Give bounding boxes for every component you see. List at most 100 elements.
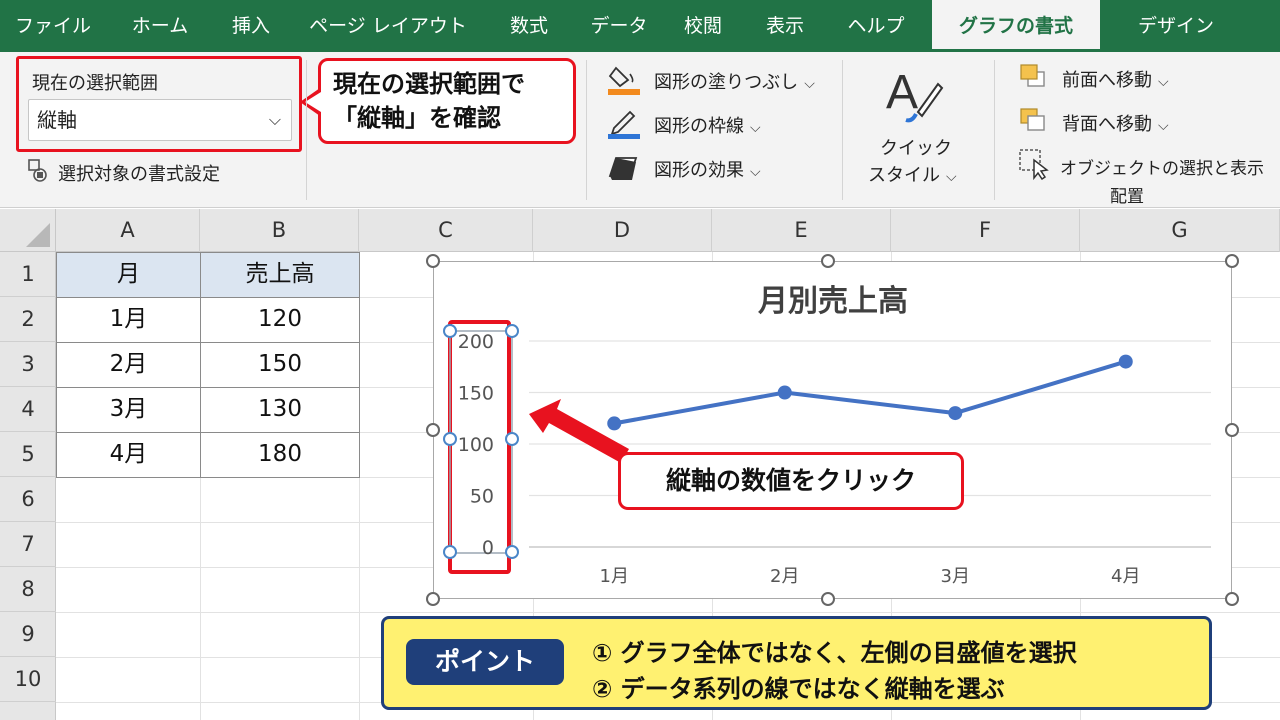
point-item-2: ② データ系列の線ではなく縦軸を選ぶ [592, 675, 1005, 703]
selection-pane-button[interactable]: オブジェクトの選択と表示 [1018, 148, 1268, 180]
row-header-9[interactable]: 9 [0, 612, 56, 657]
row-header-6[interactable]: 6 [0, 477, 56, 522]
table-header-month[interactable]: 月 [57, 252, 200, 297]
bring-forward-label: 前面へ移動 ⌵ [1062, 70, 1169, 91]
arrange-group-label: 配置 [1110, 187, 1144, 207]
resize-handle[interactable] [1225, 254, 1239, 268]
column-header-g[interactable]: G [1080, 209, 1280, 252]
table-cell[interactable]: 150 [201, 342, 359, 387]
row-header-5[interactable]: 5 [0, 432, 56, 477]
point-item-1: ① グラフ全体ではなく、左側の目盛値を選択 [592, 639, 1077, 667]
row-header-4[interactable]: 4 [0, 387, 56, 432]
resize-handle[interactable] [1225, 592, 1239, 606]
row-header-10[interactable]: 10 [0, 657, 56, 702]
data-point[interactable] [777, 385, 792, 400]
svg-text:A: A [886, 66, 918, 119]
ribbon-tab-bar: ファイル ホーム 挿入 ページ レイアウト 数式 データ 校閲 表示 ヘルプ グ… [0, 0, 1280, 52]
x-axis-tick-label[interactable]: 3月 [941, 566, 970, 587]
data-point[interactable] [948, 406, 963, 421]
point-label: ポイント [406, 639, 564, 685]
row-header-7[interactable]: 7 [0, 522, 56, 567]
select-all-corner[interactable] [0, 209, 56, 252]
resize-handle[interactable] [821, 592, 835, 606]
axis-selection-handle[interactable] [505, 432, 519, 446]
table-header-sales[interactable]: 売上高 [201, 252, 359, 297]
chevron-down-icon: ⌵ [1158, 118, 1169, 134]
column-header-b[interactable]: B [200, 209, 359, 252]
table-cell[interactable]: 4月 [57, 432, 200, 477]
axis-selection-handle[interactable] [505, 545, 519, 559]
row-header-8[interactable]: 8 [0, 567, 56, 612]
axis-selection-handle[interactable] [443, 432, 457, 446]
current-selection-label: 現在の選択範囲 [32, 73, 158, 94]
shape-fill-button[interactable]: 図形の塗りつぶし ⌵ [606, 62, 826, 96]
column-header-a[interactable]: A [56, 209, 200, 252]
bring-forward-button[interactable]: 前面へ移動 ⌵ [1018, 62, 1218, 92]
tab-insert[interactable]: 挿入 [222, 0, 280, 52]
table-cell[interactable]: 120 [201, 297, 359, 342]
selection-callout: 現在の選択範囲で 「縦軸」を確認 [318, 58, 576, 144]
tab-help[interactable]: ヘルプ [836, 0, 916, 52]
shape-effects-button[interactable]: 図形の効果 ⌵ [606, 150, 826, 184]
resize-handle[interactable] [426, 592, 440, 606]
y-axis-tick-label[interactable]: 0 [482, 537, 494, 559]
ribbon-divider [994, 60, 995, 200]
tab-file[interactable]: ファイル [10, 0, 96, 52]
table-cell[interactable]: 2月 [57, 342, 200, 387]
axis-callout: 縦軸の数値をクリック [618, 452, 964, 510]
tab-home[interactable]: ホーム [118, 0, 202, 52]
ribbon-divider [306, 60, 307, 200]
column-headers: A B C D E F G [56, 209, 1280, 252]
pencil-icon [608, 110, 640, 139]
y-axis-tick-label[interactable]: 150 [458, 383, 494, 405]
current-selection-dropdown[interactable]: 縦軸 ⌵ [28, 99, 292, 141]
shape-fill-label: 図形の塗りつぶし ⌵ [654, 72, 815, 93]
data-point[interactable] [1118, 354, 1133, 369]
tab-view[interactable]: 表示 [752, 0, 818, 52]
resize-handle[interactable] [426, 254, 440, 268]
row-header-3[interactable]: 3 [0, 342, 56, 387]
table-cell[interactable]: 130 [201, 387, 359, 432]
chevron-down-icon: ⌵ [268, 110, 281, 129]
send-backward-label: 背面へ移動 ⌵ [1062, 114, 1169, 135]
resize-handle[interactable] [1225, 423, 1239, 437]
row-header-2[interactable]: 2 [0, 297, 56, 342]
tab-design[interactable]: デザイン [1124, 0, 1228, 52]
table-cell[interactable]: 1月 [57, 297, 200, 342]
axis-selection-handle[interactable] [443, 545, 457, 559]
send-backward-icon [1020, 108, 1045, 131]
selection-pane-label: オブジェクトの選択と表示 [1060, 159, 1264, 179]
axis-selection-handle[interactable] [505, 324, 519, 338]
tab-formulas[interactable]: 数式 [496, 0, 562, 52]
send-backward-button[interactable]: 背面へ移動 ⌵ [1018, 106, 1218, 136]
chart-object[interactable]: 月別売上高 0 50 100 150 200 1月 2月 3月 4月 [426, 254, 1239, 606]
axis-selection-handle[interactable] [443, 324, 457, 338]
tab-page-layout[interactable]: ページ レイアウト [308, 0, 468, 52]
column-header-f[interactable]: F [891, 209, 1080, 252]
y-axis-tick-label[interactable]: 100 [458, 434, 494, 456]
resize-handle[interactable] [426, 423, 440, 437]
chevron-down-icon: ⌵ [750, 120, 761, 136]
tab-chart-format[interactable]: グラフの書式 [932, 0, 1100, 52]
tab-review[interactable]: 校閲 [672, 0, 734, 52]
tab-data[interactable]: データ [578, 0, 660, 52]
x-axis-tick-label[interactable]: 4月 [1111, 566, 1140, 587]
shape-outline-button[interactable]: 図形の枠線 ⌵ [606, 106, 826, 140]
chart-title[interactable]: 月別売上高 [758, 284, 908, 319]
table-cell[interactable]: 3月 [57, 387, 200, 432]
table-cell[interactable]: 180 [201, 432, 359, 477]
quick-styles-line1: クイック [880, 138, 952, 159]
resize-handle[interactable] [821, 254, 835, 268]
row-header-1[interactable]: 1 [0, 252, 56, 297]
column-header-e[interactable]: E [712, 209, 891, 252]
column-header-c[interactable]: C [359, 209, 533, 252]
data-point[interactable] [607, 416, 622, 431]
chart-area[interactable]: 月別売上高 0 50 100 150 200 1月 2月 3月 4月 [432, 260, 1233, 600]
y-axis-tick-label[interactable]: 50 [470, 486, 494, 508]
quick-styles-button[interactable]: A クイック スタイル ⌵ [856, 58, 982, 198]
y-axis-tick-label[interactable]: 200 [458, 331, 494, 353]
x-axis-tick-label[interactable]: 2月 [770, 566, 799, 587]
column-header-d[interactable]: D [533, 209, 712, 252]
x-axis-tick-label[interactable]: 1月 [600, 566, 629, 587]
callout-tail-inner [305, 92, 321, 112]
